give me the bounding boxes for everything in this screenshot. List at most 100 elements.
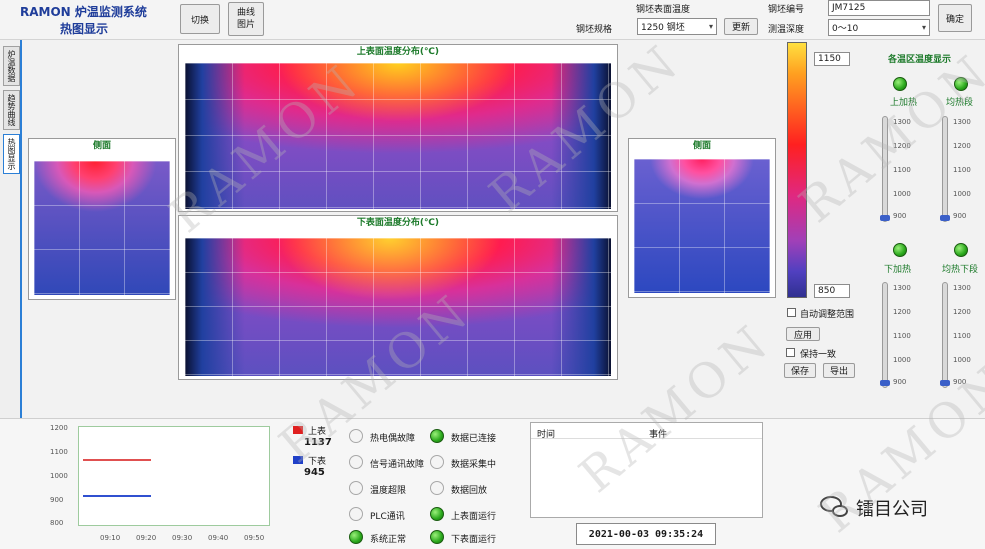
upper-trend-line [83,459,151,461]
legend-name-upper: 上表 [308,427,327,437]
status-label: 系统正常 [370,535,407,545]
zone-upper-heat-slider[interactable] [882,116,888,222]
status-indicator [430,530,444,544]
heatmap-grid [185,238,611,376]
status-label: 热电偶故障 [370,434,416,444]
zones-title: 各温区温度显示 [888,55,952,65]
legend-swatch-upper [293,426,303,434]
chevron-down-icon: ▾ [921,23,926,32]
zone-label: 均热下段 [942,265,979,275]
trend-x-tick: 09:30 [172,534,193,542]
zone-label: 上加热 [890,98,918,108]
slider-tick: 1100 [953,166,971,174]
app-logo-title: RAMON 炉温监测系统 [20,5,147,19]
slider-tick: 900 [893,378,907,386]
zone-upper-heat-led [893,77,907,91]
status-indicator [430,481,444,495]
slider-tick: 1100 [893,166,911,174]
zone-label: 均热段 [946,98,974,108]
left-side-title: 侧面 [92,141,111,151]
depth-select[interactable]: 0～10 ▾ [828,19,930,36]
slider-thumb[interactable] [940,215,950,221]
lock-checkbox[interactable] [786,348,795,357]
save-button[interactable]: 保存 [784,363,816,378]
tab-label: 热图显示 [7,138,16,170]
status-label: 数据回放 [451,486,488,496]
scale-min-value: 850 [818,286,836,296]
legend-value-upper: 1137 [304,437,332,448]
export-button[interactable]: 导出 [823,363,855,378]
tab-heatmap[interactable]: 热图显示 [3,134,20,174]
tab-label: 趋势曲线 [7,94,16,126]
steel-id-value: JM7125 [832,3,866,13]
switch-button[interactable]: 切换 [180,4,220,34]
slider-tick: 1300 [893,118,911,126]
status-indicator [430,455,444,469]
slider-tick: 1300 [953,284,971,292]
depth-label: 测温深度 [768,25,805,35]
status-label: 下表面运行 [451,535,497,545]
legend-swatch-lower [293,456,303,464]
slider-tick: 900 [893,212,907,220]
trend-y-tick: 800 [50,519,64,527]
trend-y-tick: 1000 [50,472,68,480]
chart-view-label-bottom: 图片 [236,20,255,30]
trend-chart[interactable] [78,426,270,526]
auto-scale-label: 自动调整范围 [800,310,855,320]
slider-tick: 1100 [953,332,971,340]
trend-x-tick: 09:40 [208,534,229,542]
status-label: 信号通讯故障 [370,460,425,470]
status-label: 数据采集中 [451,460,497,470]
scale-min-input[interactable]: 850 [814,284,850,298]
legend-name-lower: 下表 [308,457,327,467]
legend-value-lower: 945 [304,467,325,478]
zone-soak-lower-slider[interactable] [942,282,948,388]
confirm-button[interactable]: 确定 [938,4,972,32]
preset-label: 钢坯规格 [576,25,613,35]
tab-trend[interactable]: 趋势曲线 [3,90,20,130]
slider-tick: 1000 [893,356,911,364]
tab-furnace-data[interactable]: 炉温数据 [3,46,20,86]
left-side-panel: 侧面 [28,138,176,300]
slider-tick: 900 [953,378,967,386]
slider-tick: 1000 [893,190,911,198]
auto-scale-checkbox[interactable] [787,308,796,317]
slider-thumb[interactable] [940,380,950,386]
lower-trend-line [83,495,151,497]
event-log-table[interactable]: 时间 事件 [530,422,763,518]
slider-tick: 1200 [953,142,971,150]
slider-tick: 1200 [953,308,971,316]
heatmap-grid [34,161,170,295]
heatmap-grid [634,159,770,293]
apply-button[interactable]: 应用 [786,327,820,341]
event-log-header [531,423,762,439]
page-title: 热图显示 [60,22,109,36]
slider-tick: 1300 [953,118,971,126]
update-button[interactable]: 更新 [724,18,758,35]
color-scale-bar [787,42,807,298]
slider-thumb[interactable] [880,380,890,386]
status-indicator [430,429,444,443]
system-clock: 2021-00-03 09:35:24 [576,523,716,545]
status-indicator [349,481,363,495]
steel-id-input[interactable]: JM7125 [828,0,930,16]
status-indicator [349,429,363,443]
preset-select[interactable]: 1250 钢坯 ▾ [637,18,717,35]
chart-view-label-top: 曲线 [236,8,255,18]
event-col-event: 事件 [649,430,668,440]
heatmap-grid [185,63,611,209]
right-side-title: 侧面 [692,141,711,151]
top-surface-panel: 上表面温度分布(℃) [178,44,618,212]
bottom-surface-title: 下表面温度分布(℃) [356,218,440,228]
slider-thumb[interactable] [880,215,890,221]
chart-view-button[interactable]: 曲线 图片 [228,2,264,36]
zone-soak-slider[interactable] [942,116,948,222]
scale-max-input[interactable]: 1150 [814,52,850,66]
slider-tick: 900 [953,212,967,220]
zone-label: 下加热 [884,265,912,275]
slider-tick: 1200 [893,308,911,316]
depth-value: 0～10 [832,24,859,34]
surface-temp-label: 钢坯表面温度 [636,5,691,15]
zone-lower-heat-slider[interactable] [882,282,888,388]
trend-y-tick: 1200 [50,424,68,432]
